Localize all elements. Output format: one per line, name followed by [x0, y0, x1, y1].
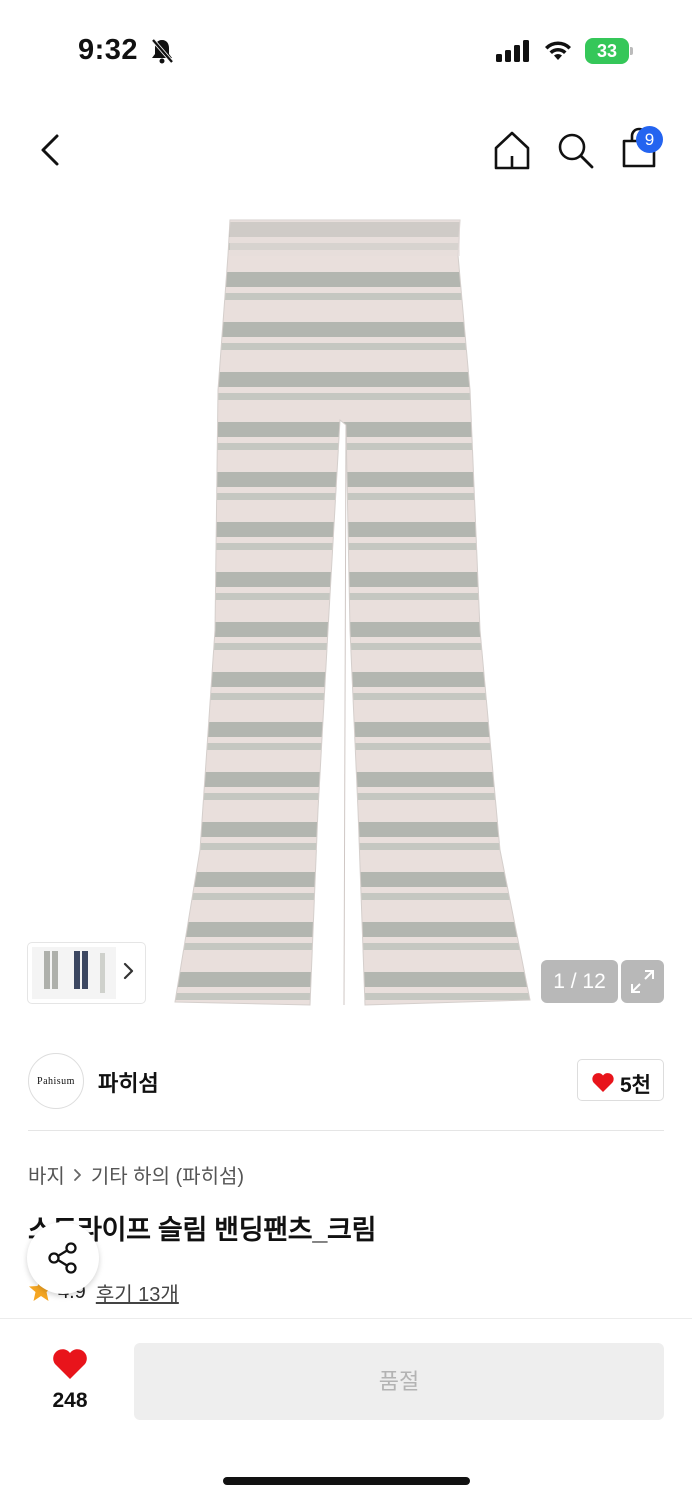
back-button[interactable]: [30, 128, 70, 172]
share-button[interactable]: [27, 1222, 99, 1294]
expand-button[interactable]: [621, 960, 664, 1003]
cart-count-badge: 9: [636, 126, 663, 153]
breadcrumb-item-pants[interactable]: 바지: [28, 1160, 65, 1189]
brand-row: Pahisum 파히섬 5천: [0, 1031, 692, 1131]
like-count: 248: [52, 1389, 88, 1412]
breadcrumb: 바지 기타 하의 (파히섬): [28, 1160, 244, 1189]
status-bar: 9:32 33: [0, 0, 692, 100]
sold-out-button[interactable]: 품절: [134, 1343, 664, 1420]
thumbnail-images: [32, 947, 116, 999]
signal-icon: [496, 40, 532, 67]
battery-icon: 33: [585, 38, 633, 64]
home-button[interactable]: [492, 128, 532, 172]
thumbnail-strip[interactable]: [28, 943, 145, 1003]
expand-icon: [631, 970, 654, 993]
home-indicator: [223, 1477, 470, 1485]
search-icon: [558, 133, 594, 169]
image-page-counter: 1 / 12: [541, 960, 618, 1003]
brand-logo[interactable]: Pahisum: [28, 1053, 84, 1109]
battery-tip: [630, 47, 633, 55]
status-time: 9:32: [78, 34, 139, 66]
divider: [28, 1130, 664, 1131]
back-icon: [41, 134, 59, 166]
wifi-icon: [543, 38, 573, 67]
share-icon: [48, 1242, 77, 1274]
product-image[interactable]: [170, 210, 540, 1010]
heart-icon[interactable]: [51, 1347, 89, 1386]
chevron-right-icon: [73, 1167, 83, 1183]
home-icon: [494, 131, 530, 170]
brand-like-count: 5천: [620, 1074, 651, 1097]
search-button[interactable]: [555, 128, 595, 172]
brand-like-button[interactable]: 5천: [577, 1059, 664, 1101]
breadcrumb-item-category[interactable]: 기타 하의 (파히섬): [91, 1160, 244, 1189]
bell-slash-icon: [150, 38, 174, 69]
battery-level: 33: [585, 38, 629, 64]
reviews-link[interactable]: 후기 13개: [96, 1278, 179, 1307]
heart-icon: [591, 1072, 615, 1098]
bottom-action-bar: 248 품절: [0, 1318, 692, 1500]
brand-name[interactable]: 파히섬: [98, 1066, 159, 1098]
chevron-right-icon: [123, 961, 135, 986]
